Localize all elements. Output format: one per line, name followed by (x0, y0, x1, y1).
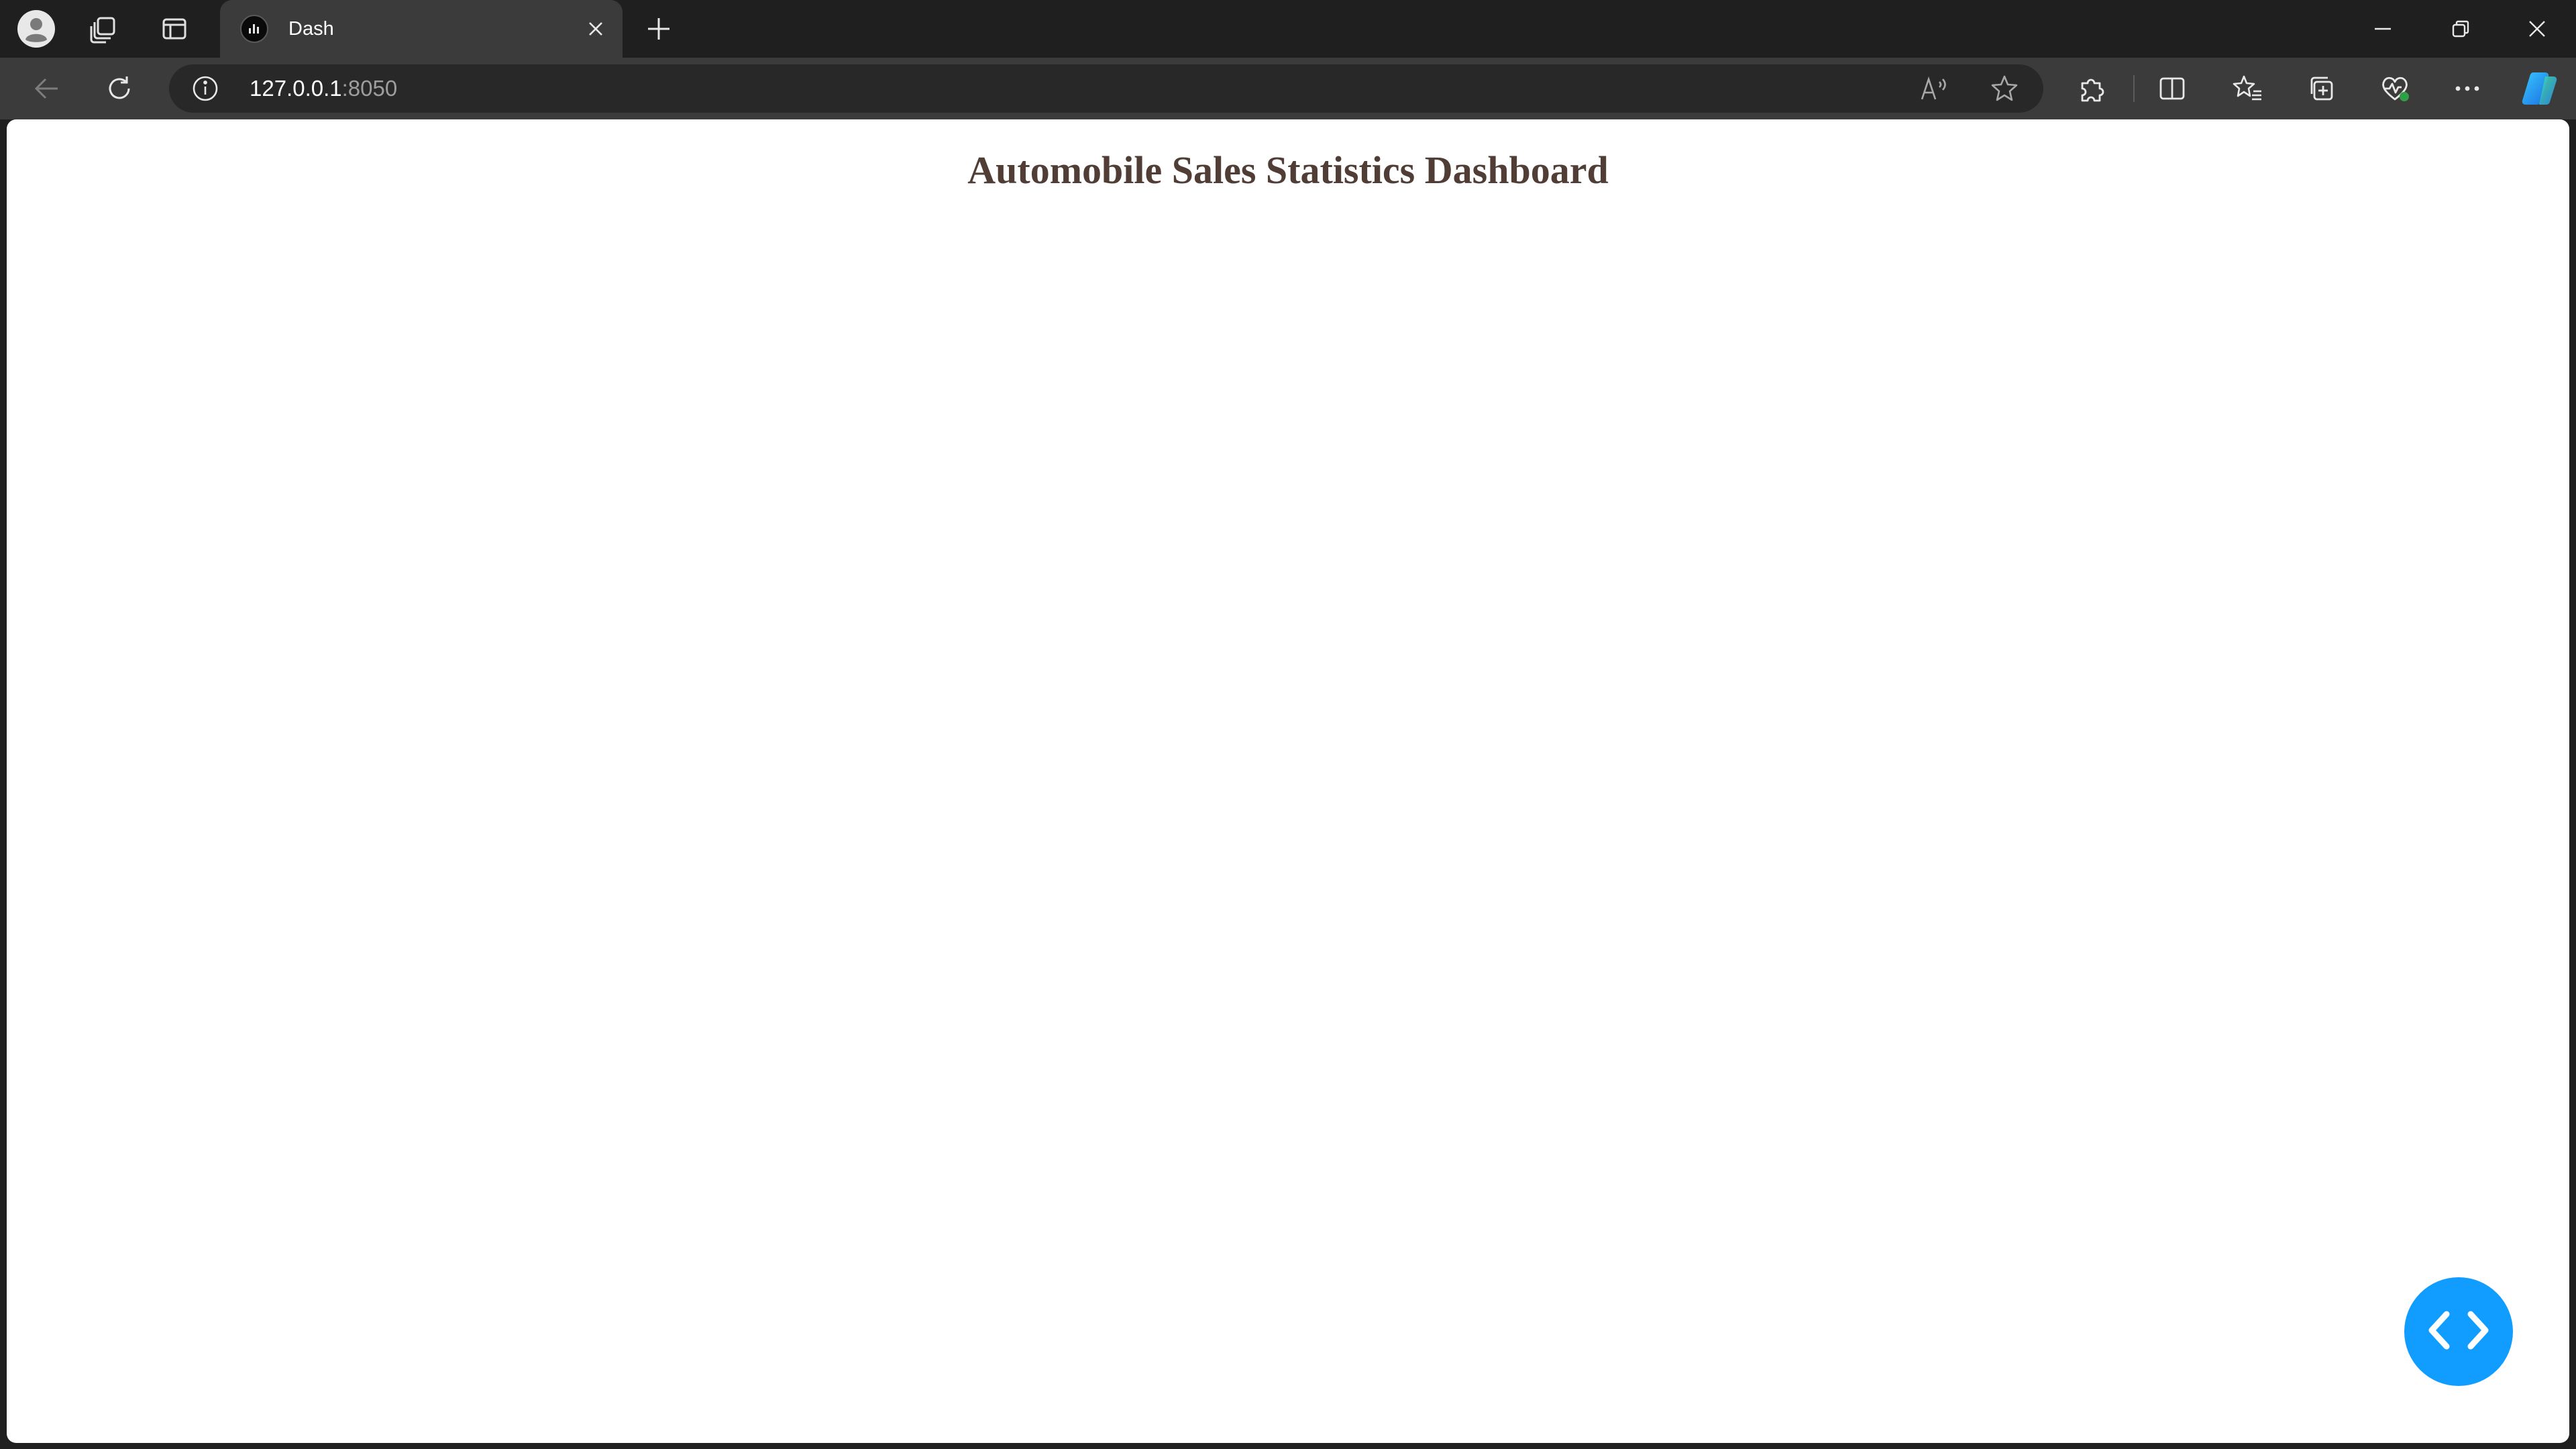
toolbar-divider (2133, 75, 2135, 102)
page-title: Automobile Sales Statistics Dashboard (967, 148, 1609, 192)
split-screen-icon[interactable] (2140, 58, 2204, 119)
restore-icon[interactable] (2422, 0, 2500, 58)
read-aloud-icon[interactable] (1908, 70, 1962, 107)
back-arrow-icon[interactable] (15, 58, 79, 119)
info-icon[interactable] (191, 74, 220, 103)
plus-icon[interactable] (629, 0, 688, 58)
url-text[interactable]: 127.0.0.1:8050 (250, 64, 397, 113)
workspaces-icon[interactable] (74, 0, 133, 58)
url-port: :8050 (341, 76, 398, 101)
star-icon[interactable] (1978, 70, 2031, 107)
profile-avatar-icon[interactable] (7, 0, 66, 58)
dash-favicon-icon (240, 15, 268, 43)
address-bar[interactable]: 127.0.0.1:8050 (169, 64, 2043, 113)
favorites-list-icon[interactable] (2215, 58, 2279, 119)
code-brackets-icon (2425, 1309, 2492, 1355)
browser-window: Dash 127.0.0.1:8050 Automobile Sales Sta… (0, 0, 2576, 1449)
tab-strip: Dash (0, 0, 2576, 58)
copilot-icon[interactable] (2508, 58, 2572, 119)
vertical-tabs-icon[interactable] (145, 0, 204, 58)
heart-pulse-icon[interactable] (2363, 58, 2427, 119)
dash-devtools-button[interactable] (2404, 1277, 2513, 1386)
window-close-icon[interactable] (2498, 0, 2576, 58)
tab-dash[interactable]: Dash (220, 0, 623, 58)
url-host: 127.0.0.1 (250, 76, 342, 101)
refresh-icon[interactable] (87, 58, 152, 119)
more-icon[interactable] (2435, 58, 2500, 119)
page-viewport: Automobile Sales Statistics Dashboard (7, 119, 2569, 1443)
minimize-icon[interactable] (2344, 0, 2422, 58)
close-icon[interactable] (581, 14, 610, 44)
puzzle-icon[interactable] (2059, 58, 2124, 119)
tab-title: Dash (288, 18, 334, 40)
collections-icon[interactable] (2289, 58, 2353, 119)
browser-toolbar: 127.0.0.1:8050 (0, 58, 2576, 119)
